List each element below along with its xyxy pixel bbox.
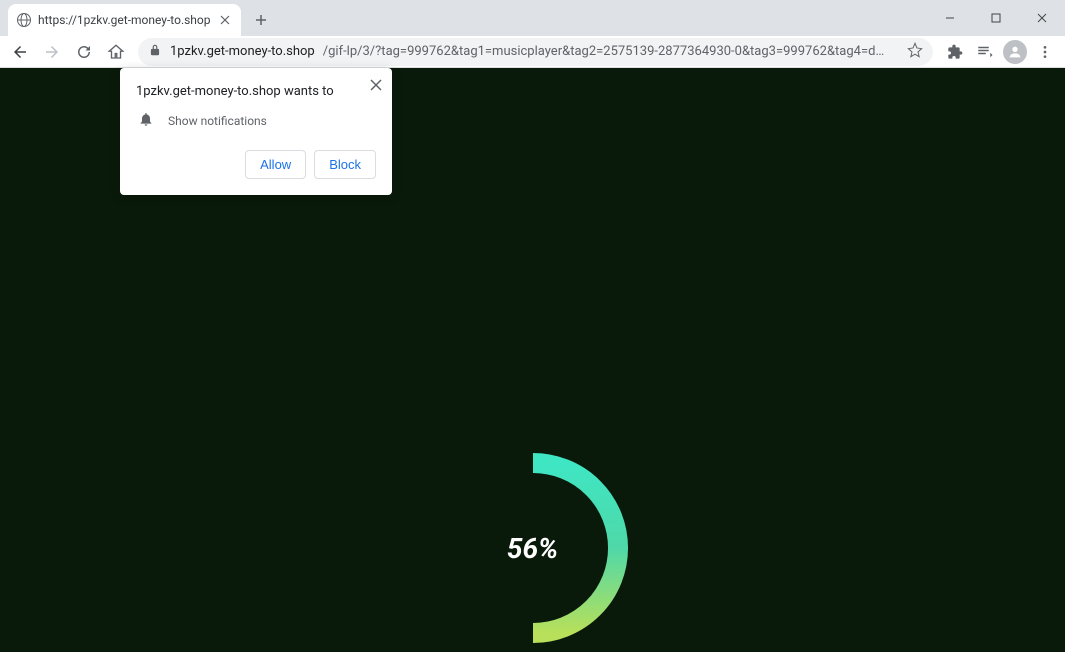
- window-minimize-button[interactable]: [927, 0, 973, 36]
- block-button[interactable]: Block: [314, 150, 376, 179]
- prompt-permission-text: Show notifications: [168, 114, 267, 128]
- prompt-title: 1pzkv.get-money-to.shop wants to: [136, 84, 376, 99]
- new-tab-button[interactable]: [247, 6, 275, 34]
- profile-avatar[interactable]: [1001, 38, 1029, 66]
- extensions-icon[interactable]: [941, 38, 969, 66]
- loading-spinner: 56%: [433, 448, 633, 648]
- tab-title: https://1pzkv.get-money-to.shop: [38, 13, 211, 27]
- bookmark-star-icon[interactable]: [907, 42, 923, 62]
- notification-permission-prompt: 1pzkv.get-money-to.shop wants to Show no…: [120, 68, 392, 195]
- tab-strip: https://1pzkv.get-money-to.shop: [0, 0, 1065, 36]
- address-bar[interactable]: 1pzkv.get-money-to.shop/gif-lp/3/?tag=99…: [138, 38, 933, 66]
- progress-percent-label: 56%: [507, 532, 558, 565]
- bell-icon: [138, 111, 154, 130]
- browser-toolbar: 1pzkv.get-money-to.shop/gif-lp/3/?tag=99…: [0, 36, 1065, 68]
- url-path: /gif-lp/3/?tag=999762&tag1=musicplayer&t…: [323, 44, 891, 59]
- browser-tab[interactable]: https://1pzkv.get-money-to.shop: [8, 4, 241, 36]
- reload-button[interactable]: [70, 38, 98, 66]
- back-button[interactable]: [6, 38, 34, 66]
- window-close-button[interactable]: [1019, 0, 1065, 36]
- menu-button[interactable]: [1031, 38, 1059, 66]
- url-host: 1pzkv.get-money-to.shop: [170, 44, 315, 59]
- window-maximize-button[interactable]: [973, 0, 1019, 36]
- home-button[interactable]: [102, 38, 130, 66]
- reading-list-icon[interactable]: [971, 38, 999, 66]
- lock-icon: [148, 43, 162, 61]
- prompt-close-button[interactable]: [370, 76, 382, 95]
- allow-button[interactable]: Allow: [245, 150, 306, 179]
- tab-close-button[interactable]: [217, 12, 233, 28]
- globe-icon: [16, 12, 32, 28]
- forward-button[interactable]: [38, 38, 66, 66]
